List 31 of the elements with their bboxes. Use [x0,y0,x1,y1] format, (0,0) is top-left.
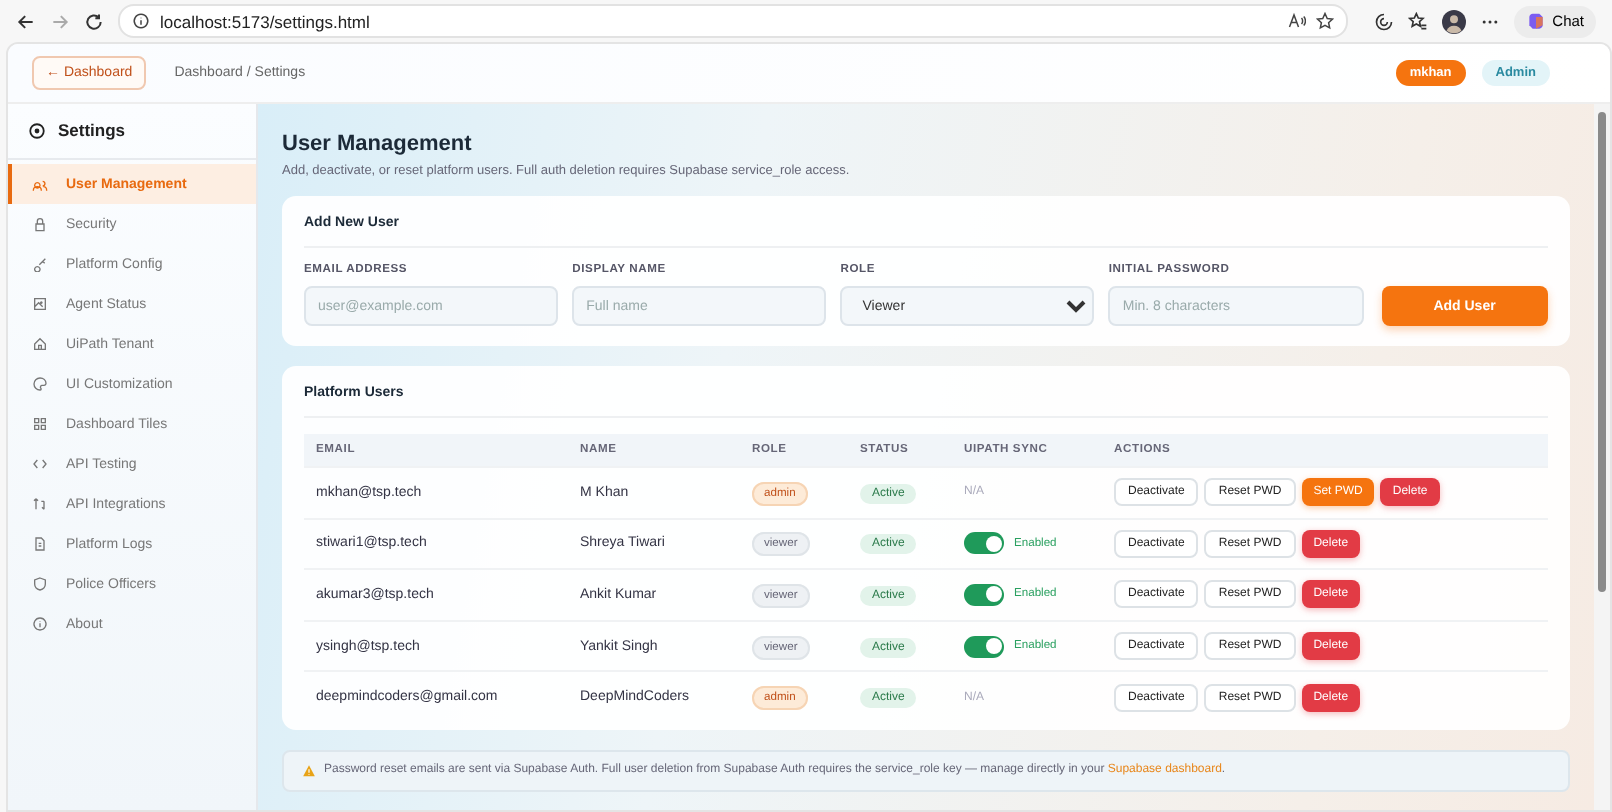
avatar-icon[interactable] [1442,9,1467,33]
document-icon [32,536,48,552]
settings-icon [28,121,46,139]
shield-icon [32,576,48,592]
info-icon [132,12,150,30]
branch-icon [32,496,48,512]
toggle-switch[interactable] [964,583,1004,606]
read-aloud-icon[interactable] [1288,12,1307,30]
sidebar-title: Settings [58,120,126,140]
info-icon [32,616,48,632]
grid-icon [32,416,48,432]
page-title: User Management [282,132,474,156]
palette-icon [32,376,48,392]
chat-icon [1526,11,1547,31]
favorites-icon[interactable] [1408,11,1429,31]
lock-icon [32,216,48,232]
back-icon[interactable] [16,11,36,31]
users-icon [32,176,48,192]
toggle-switch[interactable] [964,532,1004,555]
toggle-switch[interactable] [964,635,1004,658]
code-icon [32,456,48,472]
reload-icon[interactable] [84,11,104,31]
home-icon [32,336,48,352]
key-icon [32,256,48,272]
star-icon[interactable] [1316,12,1335,30]
url-text: localhost:5173/settings.html [160,11,372,31]
image-icon [32,296,48,312]
extensions-icon[interactable] [1374,11,1395,31]
warning-icon [302,763,316,778]
address-bar[interactable]: localhost:5173/settings.html [118,4,1349,38]
scrollbar[interactable] [1594,104,1610,810]
